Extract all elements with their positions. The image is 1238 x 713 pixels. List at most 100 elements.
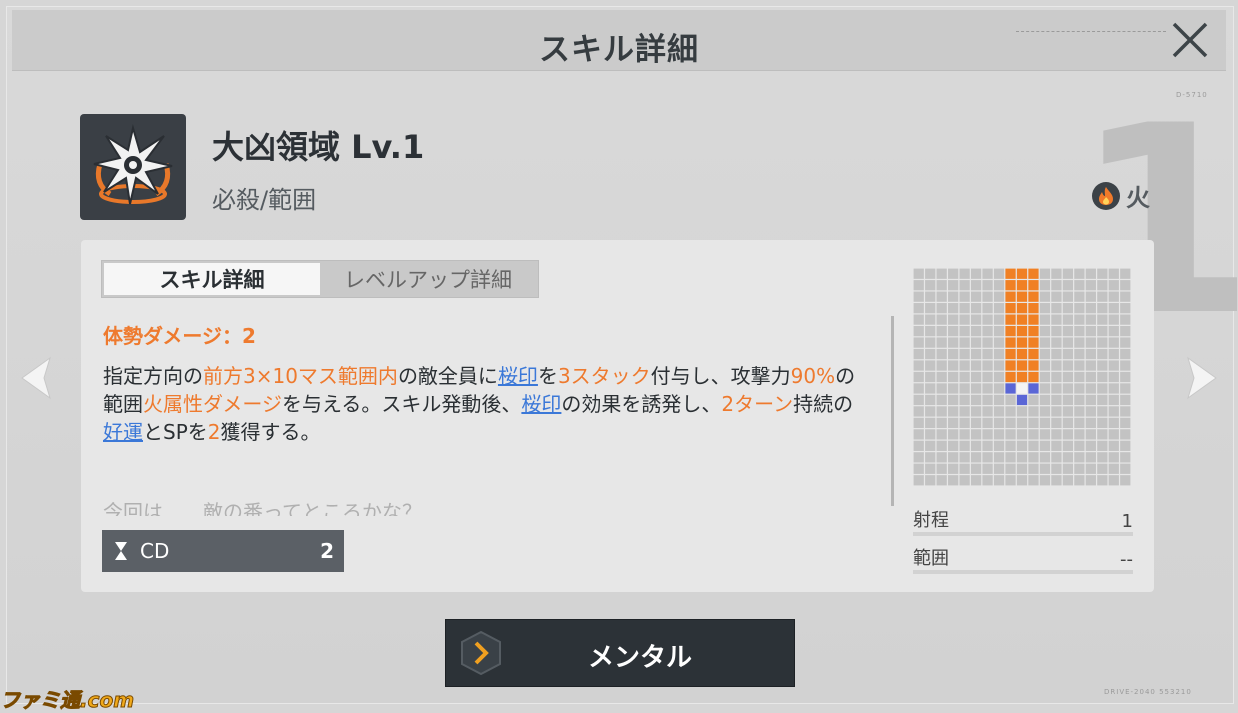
grid-cell: [982, 406, 993, 417]
grid-cell: [1074, 371, 1085, 383]
grid-cell: [913, 452, 924, 463]
description-text: を: [537, 364, 558, 388]
grid-cell: [948, 325, 959, 337]
grid-cell: [1085, 452, 1096, 463]
grid-cell: [982, 314, 993, 325]
grid-cell: [936, 429, 947, 440]
grid-cell: [959, 406, 970, 417]
keyword-link[interactable]: 桜印: [521, 392, 561, 416]
grid-cell: [982, 337, 993, 348]
cooldown-value: 2: [320, 539, 334, 563]
grid-cell: [1074, 360, 1085, 371]
grid-cell: [1051, 360, 1062, 371]
grid-cell: [1016, 417, 1028, 429]
grid-cell: [1085, 429, 1096, 440]
grid-cell: [913, 429, 924, 440]
grid-cell: [1108, 394, 1119, 406]
grid-cell: [936, 280, 947, 291]
element-label: 火: [1126, 184, 1150, 212]
grid-cell: [993, 303, 1005, 314]
grid-cell: [936, 463, 947, 474]
grid-cell-area: [1016, 348, 1028, 360]
grid-cell: [970, 314, 982, 325]
grid-cell: [948, 394, 959, 406]
grid-cell: [1097, 348, 1108, 360]
grid-cell: [925, 429, 936, 440]
grid-cell: [1097, 440, 1108, 451]
grid-cell: [1051, 268, 1062, 279]
grid-cell: [936, 406, 947, 417]
grid-cell: [1097, 291, 1108, 302]
highlight-text: 2ターン: [721, 392, 794, 416]
grid-cell-area: [1016, 371, 1028, 383]
grid-cell: [993, 440, 1005, 451]
grid-cell: [1097, 314, 1108, 325]
grid-cell: [993, 337, 1005, 348]
previous-skill-button[interactable]: [18, 356, 52, 400]
grid-cell: [925, 280, 936, 291]
grid-cell: [1120, 440, 1131, 451]
grid-cell: [993, 406, 1005, 417]
grid-cell: [993, 268, 1005, 279]
grid-cell: [970, 360, 982, 371]
grid-cell: [925, 348, 936, 360]
grid-cell: [993, 371, 1005, 383]
grid-cell: [1085, 337, 1096, 348]
keyword-link[interactable]: 好運: [103, 420, 143, 444]
grid-cell: [936, 371, 947, 383]
grid-cell: [970, 440, 982, 451]
tab-skill-detail[interactable]: スキル詳細: [104, 263, 320, 295]
grid-cell: [1028, 417, 1039, 429]
grid-cell: [982, 394, 993, 406]
grid-cell: [1062, 360, 1074, 371]
grid-cell: [1005, 406, 1016, 417]
keyword-link[interactable]: 桜印: [498, 364, 538, 388]
close-button[interactable]: [1168, 18, 1212, 62]
grid-cell: [959, 429, 970, 440]
grid-cell-area: [1005, 360, 1016, 371]
grid-cell: [936, 383, 947, 394]
grid-cell: [1108, 475, 1119, 486]
grid-cell: [993, 417, 1005, 429]
grid-cell: [1120, 337, 1131, 348]
tab-levelup-detail[interactable]: レベルアップ詳細: [320, 263, 536, 295]
highlight-text: 90%: [790, 364, 836, 388]
grid-cell: [1085, 475, 1096, 486]
grid-cell: [1108, 348, 1119, 360]
grid-cell: [936, 348, 947, 360]
skill-description: 指定方向の前方3×10マス範囲内の敵全員に桜印を3スタック付与し、攻撃力90%の…: [103, 362, 873, 446]
description-text: 獲得する。: [220, 420, 321, 444]
grid-cell: [1062, 348, 1074, 360]
grid-cell-area: [1028, 348, 1039, 360]
grid-cell: [948, 463, 959, 474]
grid-cell: [913, 440, 924, 451]
grid-cell: [936, 291, 947, 302]
next-skill-button[interactable]: [1186, 356, 1220, 400]
grid-cell: [982, 440, 993, 451]
grid-cell: [1120, 417, 1131, 429]
grid-cell: [936, 314, 947, 325]
grid-cell: [1005, 452, 1016, 463]
grid-cell: [1085, 360, 1096, 371]
grid-cell: [1085, 303, 1096, 314]
grid-cell: [948, 360, 959, 371]
grid-cell: [1028, 475, 1039, 486]
grid-cell: [970, 337, 982, 348]
grid-cell: [1120, 360, 1131, 371]
grid-cell: [959, 463, 970, 474]
grid-cell: [1028, 429, 1039, 440]
skill-icon: [80, 114, 186, 220]
grid-cell: [1039, 429, 1051, 440]
grid-cell: [1120, 325, 1131, 337]
mental-button[interactable]: メンタル: [445, 619, 795, 687]
grid-cell: [948, 371, 959, 383]
scrollbar-thumb[interactable]: [891, 316, 894, 506]
grid-cell: [913, 268, 924, 279]
grid-cell: [959, 417, 970, 429]
grid-cell: [1085, 440, 1096, 451]
description-scrollbar[interactable]: [891, 316, 894, 506]
grid-cell: [982, 280, 993, 291]
grid-cell-area: [1005, 268, 1016, 279]
grid-cell: [913, 303, 924, 314]
grid-cell: [1085, 325, 1096, 337]
